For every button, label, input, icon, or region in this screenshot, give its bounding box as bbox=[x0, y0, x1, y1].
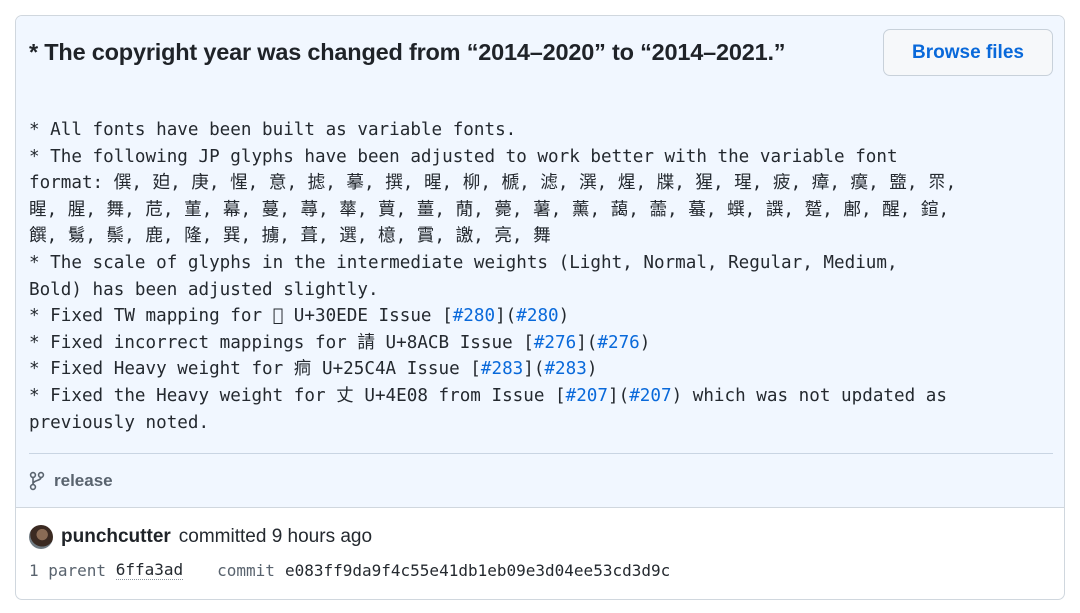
commit-author-row: punchcutter committed 9 hours ago bbox=[29, 524, 372, 550]
description-text: previously noted. bbox=[29, 412, 210, 433]
branch-name-link[interactable]: release bbox=[54, 471, 113, 491]
issue-link[interactable]: #280 bbox=[516, 306, 558, 326]
description-text: ) bbox=[639, 332, 651, 353]
issue-link[interactable]: #207 bbox=[629, 386, 671, 406]
description-text: ]( bbox=[608, 385, 630, 406]
description-line: * Fixed TW mapping for 𫟈 U+30EDE Issue [… bbox=[29, 303, 1059, 330]
description-text: * All fonts have been built as variable … bbox=[29, 120, 517, 140]
description-line: * Fixed incorrect mappings for 請 U+8ACB … bbox=[29, 330, 1059, 357]
parent-label: 1 parent bbox=[29, 560, 107, 580]
issue-link[interactable]: #276 bbox=[597, 333, 639, 353]
description-text: ]( bbox=[495, 306, 517, 327]
commit-message-panel: * The copyright year was changed from “2… bbox=[16, 16, 1064, 508]
description-line: 饌, 鬄, 鬃, 鹿, 隆, 巽, 擄, 葺, 選, 檍, 霣, 譤, 亮, 舞 bbox=[29, 223, 1059, 250]
description-line: * The scale of glyphs in the intermediat… bbox=[29, 250, 1059, 277]
author-link[interactable]: punchcutter bbox=[61, 526, 171, 548]
committed-time: committed 9 hours ago bbox=[178, 526, 373, 547]
issue-link[interactable]: #276 bbox=[534, 333, 576, 353]
description-text: format: 僎, 廹, 庚, 惺, 意, 摅, 摹, 撰, 暒, 柳, 榹,… bbox=[29, 173, 957, 194]
issue-link[interactable]: #283 bbox=[481, 359, 523, 379]
commit-label: commit bbox=[217, 560, 275, 580]
browse-files-button[interactable]: Browse files bbox=[883, 29, 1053, 76]
description-text: * Fixed incorrect mappings for 請 U+8ACB … bbox=[29, 332, 534, 353]
commit-card: * The copyright year was changed from “2… bbox=[15, 15, 1065, 600]
description-text: * Fixed TW mapping for 𫟈 U+30EDE Issue [ bbox=[29, 306, 453, 327]
branch-info: release bbox=[29, 468, 113, 494]
git-branch-icon bbox=[29, 471, 45, 491]
description-text: * The scale of glyphs in the intermediat… bbox=[29, 252, 898, 273]
divider bbox=[29, 453, 1053, 454]
description-text: ]( bbox=[523, 359, 545, 380]
description-text: * Fixed Heavy weight for 痌 U+25C4A Issue… bbox=[29, 359, 481, 380]
description-line: * All fonts have been built as variable … bbox=[29, 117, 1059, 144]
description-text: ) which was not updated as bbox=[671, 385, 947, 406]
commit-title: * The copyright year was changed from “2… bbox=[29, 39, 786, 65]
description-text: 睲, 腥, 舞, 苊, 菫, 幕, 蔓, 蕁, 蕐, 蕒, 薑, 蕑, 薨, 薯… bbox=[29, 199, 950, 220]
issue-link[interactable]: #280 bbox=[453, 306, 495, 326]
description-line: * The following JP glyphs have been adju… bbox=[29, 144, 1059, 171]
description-line: * Fixed the Heavy weight for 丈 U+4E08 fr… bbox=[29, 383, 1059, 410]
description-line: Bold) has been adjusted slightly. bbox=[29, 277, 1059, 304]
issue-link[interactable]: #283 bbox=[544, 359, 586, 379]
description-line: * Fixed Heavy weight for 痌 U+25C4A Issue… bbox=[29, 356, 1059, 383]
description-line: 睲, 腥, 舞, 苊, 菫, 幕, 蔓, 蕁, 蕐, 蕒, 薑, 蕑, 薨, 薯… bbox=[29, 197, 1059, 224]
commit-description: * All fonts have been built as variable … bbox=[29, 117, 1059, 436]
description-text: ) bbox=[558, 306, 570, 327]
parent-hash-link[interactable]: 6ffa3ad bbox=[115, 560, 184, 580]
description-text: ]( bbox=[576, 332, 598, 353]
description-text: * Fixed the Heavy weight for 丈 U+4E08 fr… bbox=[29, 385, 566, 406]
description-text: ) bbox=[586, 359, 598, 380]
commit-hash: e083ff9da9f4c55e41db1eb09e3d04ee53cd3d9c bbox=[284, 560, 671, 580]
commit-meta: 1 parent 6ffa3ad commit e083ff9da9f4c55e… bbox=[29, 558, 670, 582]
description-line: previously noted. bbox=[29, 410, 1059, 437]
avatar[interactable] bbox=[29, 525, 53, 549]
description-text: * The following JP glyphs have been adju… bbox=[29, 146, 898, 167]
description-line: format: 僎, 廹, 庚, 惺, 意, 摅, 摹, 撰, 暒, 柳, 榹,… bbox=[29, 170, 1059, 197]
description-text: 饌, 鬄, 鬃, 鹿, 隆, 巽, 擄, 葺, 選, 檍, 霣, 譤, 亮, 舞 bbox=[29, 226, 551, 247]
description-text: Bold) has been adjusted slightly. bbox=[29, 279, 379, 300]
issue-link[interactable]: #207 bbox=[566, 386, 608, 406]
